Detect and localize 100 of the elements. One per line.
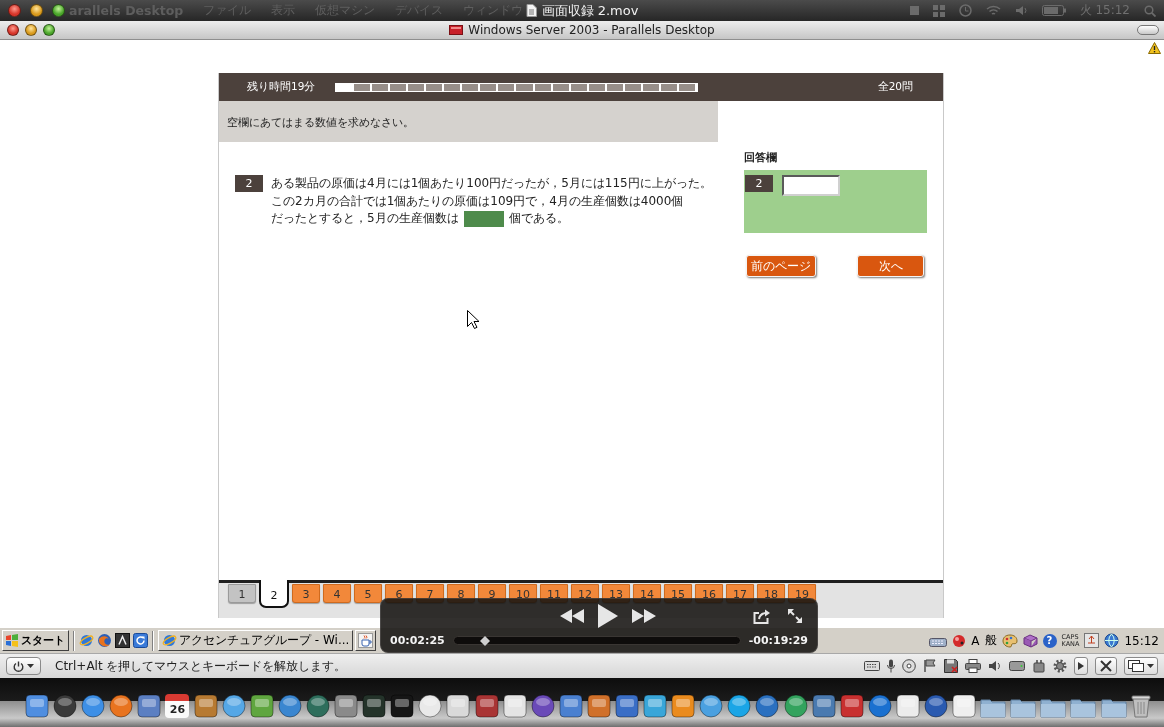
page-tab[interactable]: 2 (259, 580, 289, 608)
wifi-icon[interactable] (985, 5, 1001, 16)
minimize-button[interactable] (25, 24, 37, 36)
previous-page-button[interactable]: 前のページ (746, 255, 816, 277)
share-icon[interactable] (753, 608, 771, 624)
playback-track[interactable] (452, 636, 741, 645)
fast-forward-icon[interactable] (632, 609, 656, 623)
app-icon[interactable] (277, 694, 302, 718)
answer-input[interactable] (782, 175, 840, 196)
ball-icon[interactable] (952, 633, 967, 648)
folder-icon[interactable] (1040, 696, 1067, 718)
app-icon[interactable] (249, 694, 274, 718)
playhead-thumb[interactable] (480, 636, 491, 646)
app-icon[interactable] (418, 694, 443, 718)
next-button[interactable]: 次へ (857, 255, 924, 277)
page-tab[interactable]: 3 (292, 584, 320, 603)
zoom-button[interactable] (52, 4, 65, 17)
palette-icon[interactable] (1001, 633, 1018, 648)
document-icon (525, 4, 537, 17)
app-icon[interactable] (305, 694, 330, 718)
taskbar-button[interactable] (355, 630, 377, 651)
app-icon[interactable] (727, 694, 752, 718)
app-icon[interactable] (530, 694, 555, 718)
toolbar-toggle-button[interactable] (1137, 25, 1159, 35)
app-icon[interactable] (362, 694, 387, 718)
app-icon[interactable] (755, 694, 780, 718)
app-icon[interactable] (25, 694, 49, 718)
app-icon[interactable] (867, 694, 892, 718)
close-button[interactable] (7, 24, 19, 36)
app-icon[interactable] (502, 694, 527, 718)
app-icon[interactable] (109, 694, 134, 718)
battery-icon[interactable] (1041, 5, 1066, 16)
power-button[interactable] (6, 657, 41, 675)
page-tab[interactable]: 4 (323, 584, 351, 603)
start-button[interactable]: スタート (2, 630, 69, 651)
folder-icon[interactable] (980, 696, 1007, 718)
help-button[interactable]: ? (1042, 633, 1057, 648)
app-icon[interactable] (699, 694, 724, 718)
plug-icon[interactable] (1032, 659, 1046, 673)
app-icon[interactable] (390, 694, 415, 718)
gear-icon[interactable] (1053, 659, 1067, 673)
app-icon[interactable] (558, 694, 583, 718)
app-icon[interactable] (783, 694, 808, 718)
app-icon[interactable] (895, 694, 920, 718)
close-button[interactable] (8, 4, 21, 17)
ime-conversion[interactable]: 般 (984, 632, 997, 649)
folder-icon[interactable] (1010, 696, 1037, 718)
app-icon[interactable] (952, 694, 977, 718)
app-icon[interactable] (446, 694, 471, 718)
app-icon[interactable] (586, 694, 611, 718)
app-icon[interactable] (839, 694, 864, 718)
printer-icon[interactable] (965, 659, 981, 673)
refresh-icon[interactable] (133, 633, 148, 648)
ime-mode[interactable]: A (971, 633, 980, 648)
app-icon[interactable] (474, 694, 499, 718)
globe-icon[interactable] (1104, 633, 1120, 648)
app-icon[interactable] (643, 694, 668, 718)
speaker-icon[interactable] (988, 660, 1002, 672)
app-icon[interactable] (924, 694, 948, 718)
app-icon[interactable] (334, 694, 359, 718)
globe-icon (162, 633, 177, 648)
elapsed-time: 00:02:25 (390, 634, 445, 647)
fullscreen-icon[interactable] (787, 608, 803, 624)
app-icon[interactable] (221, 694, 246, 718)
arrow-button[interactable] (1074, 657, 1088, 675)
app-icon[interactable] (81, 694, 106, 718)
app-icon[interactable] (671, 694, 696, 718)
page-tab[interactable]: 5 (354, 584, 382, 603)
cube-icon[interactable] (1022, 633, 1038, 648)
app-icon[interactable] (137, 694, 162, 718)
disc-icon[interactable] (902, 659, 916, 673)
search-icon[interactable] (1144, 4, 1156, 17)
flag-icon[interactable] (923, 659, 937, 673)
folder-icon[interactable] (1100, 696, 1127, 718)
taskbar-button[interactable]: アクセンチュアグループ - Wi... (158, 630, 354, 651)
play-icon[interactable] (598, 604, 618, 628)
drive-icon[interactable] (1009, 661, 1025, 671)
keyboard-icon[interactable] (864, 661, 880, 671)
instruction-text: 空欄にあてはまる数値を求めなさい。 (227, 116, 414, 128)
page-tab[interactable]: 1 (228, 584, 256, 603)
zoom-button[interactable] (43, 24, 55, 36)
microphone-icon[interactable] (887, 659, 895, 673)
rewind-icon[interactable] (560, 609, 584, 623)
window-mode-button[interactable] (1124, 657, 1158, 675)
close-x-button[interactable] (1095, 657, 1117, 675)
trash-icon[interactable] (1130, 694, 1151, 718)
folder-icon[interactable] (1070, 696, 1097, 718)
app-icon[interactable] (53, 694, 78, 718)
minimize-button[interactable] (30, 4, 43, 17)
question-text: 個である。 (508, 210, 569, 227)
app-icon[interactable] (193, 694, 218, 718)
app-icon[interactable] (811, 694, 836, 718)
clock-icon[interactable] (958, 4, 972, 17)
upload-icon[interactable] (1084, 633, 1100, 648)
globe-icon[interactable] (97, 633, 112, 648)
calendar-icon[interactable]: 26 (165, 694, 190, 718)
app-icon[interactable] (614, 694, 639, 718)
grid-icon[interactable] (932, 4, 945, 17)
caret-icon (27, 664, 34, 668)
tile-icon[interactable] (115, 633, 130, 648)
